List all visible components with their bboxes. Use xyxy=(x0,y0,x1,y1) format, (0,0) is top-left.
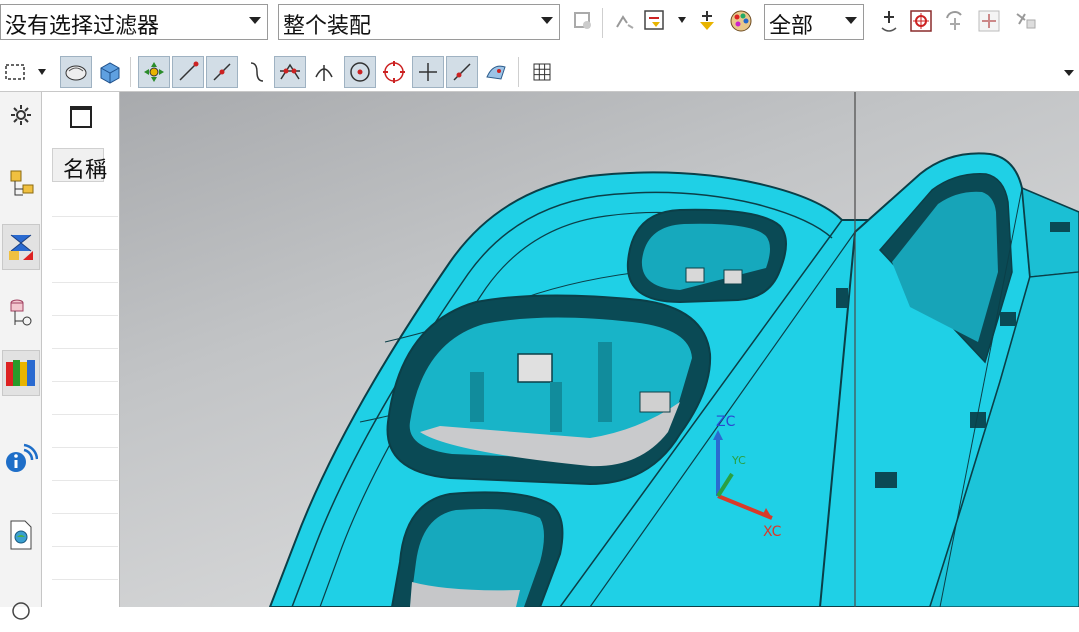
existing-point-icon[interactable] xyxy=(412,56,444,88)
info-feed-icon[interactable] xyxy=(2,436,40,482)
part-model[interactable] xyxy=(120,92,1079,607)
body-select-icon[interactable] xyxy=(60,56,92,88)
end-point-icon[interactable] xyxy=(172,56,204,88)
type-filter-value: 没有选择过滤器 xyxy=(5,14,160,39)
reuse-library-icon[interactable] xyxy=(2,350,40,396)
mid-point-icon[interactable] xyxy=(206,56,238,88)
curve-rule-icon[interactable] xyxy=(612,8,638,34)
resource-bar xyxy=(0,92,42,620)
chevron-down-icon[interactable] xyxy=(678,17,686,23)
rectangle-select-icon[interactable] xyxy=(0,56,32,88)
quadrant-point-icon[interactable] xyxy=(378,56,410,88)
maximize-window-icon[interactable] xyxy=(70,106,92,128)
face-rule-icon[interactable] xyxy=(642,8,668,34)
control-point-icon[interactable] xyxy=(240,56,272,88)
arc-center-icon[interactable] xyxy=(308,56,340,88)
scope-value: 整个装配 xyxy=(283,14,372,39)
layer-value: 全部 xyxy=(769,14,814,39)
point-on-face-icon[interactable] xyxy=(480,56,512,88)
select-all-icon[interactable] xyxy=(976,8,1002,34)
chevron-down-icon xyxy=(249,17,261,24)
x-axis-label: XC xyxy=(763,524,782,540)
select-object-icon[interactable] xyxy=(908,8,934,34)
chevron-down-icon xyxy=(541,17,553,24)
separator xyxy=(518,57,519,87)
link-select-icon[interactable] xyxy=(1012,8,1038,34)
drag-handle[interactable] xyxy=(50,94,54,98)
toolbar-options-chevron-icon[interactable] xyxy=(1064,70,1074,76)
intersection-point-icon[interactable] xyxy=(274,56,306,88)
solid-cube-icon[interactable] xyxy=(94,56,126,88)
snap-enable-icon[interactable] xyxy=(138,56,170,88)
navigator-panel: 名稱 xyxy=(42,92,144,607)
z-axis-label: ZC xyxy=(716,414,736,430)
reset-filter-icon[interactable] xyxy=(876,8,902,34)
selection-bar: 没有选择过滤器 整个装配 全部 xyxy=(0,0,1079,50)
assembly-navigator-icon[interactable] xyxy=(2,162,40,208)
snap-toolbar xyxy=(0,52,1079,92)
point-on-curve-icon[interactable] xyxy=(446,56,478,88)
color-palette-icon[interactable] xyxy=(728,8,754,34)
navigator-tree-rows[interactable] xyxy=(52,184,118,607)
y-axis-label: YC xyxy=(732,454,746,467)
rotate-select-icon[interactable] xyxy=(942,8,968,34)
scope-dropdown[interactable]: 整个装配 xyxy=(278,4,560,40)
snap-filter-icon[interactable] xyxy=(694,8,720,34)
history-icon[interactable] xyxy=(2,586,40,632)
graphics-viewport[interactable]: ZC XC YC xyxy=(120,92,1079,607)
separator xyxy=(130,57,131,87)
web-browser-icon[interactable] xyxy=(2,512,40,558)
settings-gear-icon[interactable] xyxy=(2,92,40,138)
assembly-filter-icon[interactable] xyxy=(570,8,596,34)
constraint-navigator-icon[interactable] xyxy=(2,224,40,270)
grid-snap-icon[interactable] xyxy=(526,56,558,88)
separator xyxy=(602,8,603,38)
chevron-down-icon xyxy=(845,17,857,24)
part-navigator-icon[interactable] xyxy=(2,290,40,336)
type-filter-dropdown[interactable]: 没有选择过滤器 xyxy=(0,4,268,40)
chevron-down-icon[interactable] xyxy=(38,69,46,75)
circle-center-icon[interactable] xyxy=(344,56,376,88)
layer-dropdown[interactable]: 全部 xyxy=(764,4,864,40)
column-header-label: 名稱 xyxy=(63,158,108,183)
column-header-name[interactable]: 名稱 xyxy=(52,148,108,183)
